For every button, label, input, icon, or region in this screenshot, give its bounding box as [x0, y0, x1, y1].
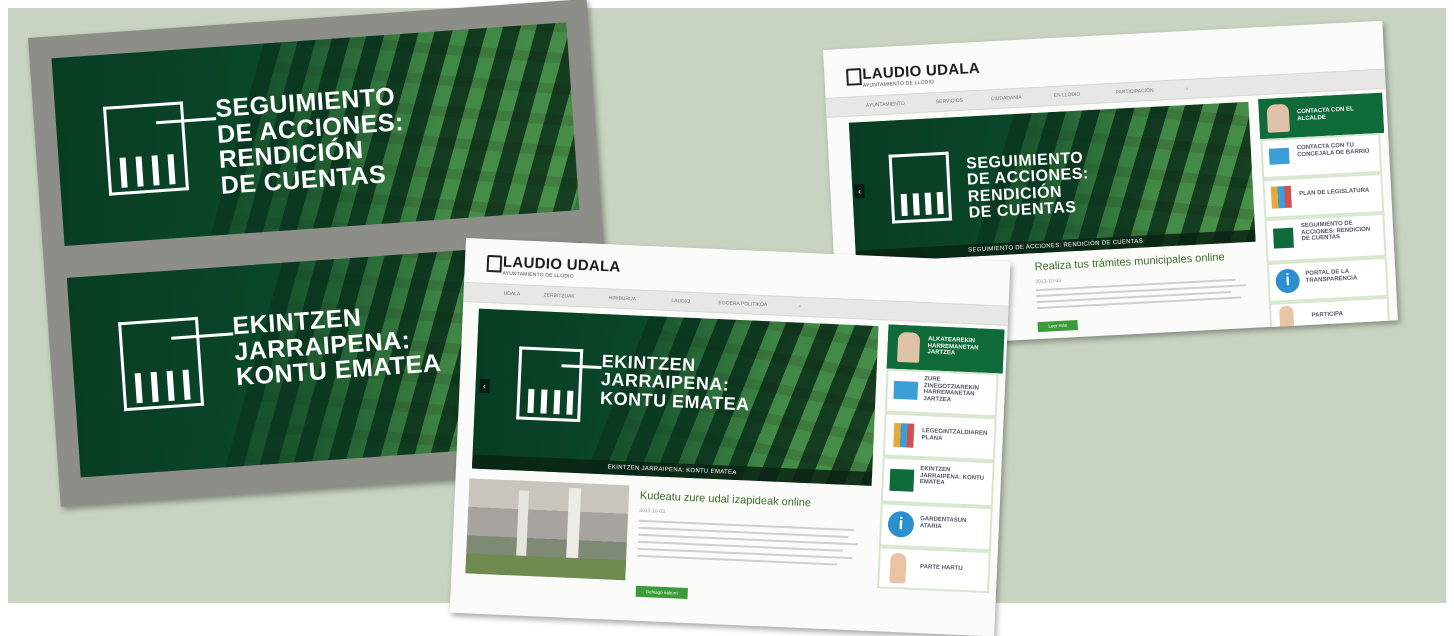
hand-icon [889, 552, 907, 584]
article-date: 2013-10-03 [639, 507, 665, 515]
search-icon[interactable]: ⌕ [1185, 86, 1188, 92]
slider-prev-button[interactable]: ‹ [854, 184, 865, 199]
sidebar-item-transparency[interactable]: i GARDENTASUN ATARIA [878, 502, 993, 552]
sidebar-item-legislature-plan[interactable]: LEGEGINTZALDIAREN PLANA [882, 412, 997, 462]
article-title[interactable]: Realiza tus trámites municipales online [1034, 251, 1225, 273]
town-hall-logo-icon [102, 101, 190, 196]
article-title[interactable]: Kudeatu zure udal izapideak online [640, 490, 812, 509]
town-hall-icon [1272, 227, 1294, 249]
sidebar-item-contact-councillor[interactable]: ZURE ZINEGOTZIAREKIN HARREMANETAN JARTZE… [884, 368, 999, 418]
sidebar-item-accountability[interactable]: SEGUIMIENTO DE ACCIONES: RENDICIÓN DE CU… [1264, 212, 1387, 264]
sidebar-item-contact-councillor[interactable]: CONTACTA CON TU CONCEJALA DE BARRIO [1260, 132, 1383, 180]
nav-item[interactable]: AYUNTAMIENTO [866, 101, 905, 109]
article-date: 2013-10-03 [1035, 277, 1062, 286]
mail-icon [1268, 147, 1290, 165]
hero-headline: EKINTZEN JARRAIPENA: KONTU EMATEA [599, 351, 751, 415]
nav-item[interactable]: UDALA [503, 291, 520, 298]
sidebar-item-contact-mayor[interactable]: CONTACTA CON EL ALCALDE [1258, 92, 1385, 140]
sidebar-item-contact-mayor[interactable]: ALKATEAREKIN HARREMANETAN JARTZEA [886, 324, 1005, 374]
read-more-button[interactable]: Leer más [1037, 320, 1079, 333]
hero-slider: EKINTZEN JARRAIPENA: KONTU EMATEA ‹ EKIN… [471, 308, 879, 486]
sidebar-item-accountability[interactable]: EKINTZEN JARRAIPENA: KONTU EMATEA [880, 456, 995, 508]
article-photo [465, 478, 630, 581]
nav-item[interactable]: SERVICIOS [936, 98, 963, 105]
sidebar-item-participate[interactable]: PARTE HARTU [877, 546, 991, 594]
town-hall-icon [889, 468, 915, 492]
plan-icon [1270, 185, 1292, 209]
nav-item[interactable]: ZERBITZUAK [543, 292, 574, 299]
banner-headline: SEGUIMIENTO DE ACCIONES: RENDICIÓN DE CU… [214, 82, 405, 200]
nav-item[interactable]: EGOERA POLITIKOA [718, 300, 767, 308]
website-screenshot-basque: LAUDIO UDALA AYUNTAMIENTO DE LLODIO UDAL… [449, 238, 1011, 636]
nav-item[interactable]: PARTICIPACIÓN [1115, 88, 1153, 96]
plan-icon [893, 422, 915, 448]
banner-spanish: SEGUIMIENTO DE ACCIONES: RENDICIÓN DE CU… [51, 22, 580, 246]
sidebar-item-participate[interactable]: PARTICIPA [1268, 296, 1391, 335]
article-text [1036, 296, 1242, 310]
hand-icon [1279, 305, 1295, 331]
brand-logo-icon [846, 68, 862, 86]
town-hall-logo-icon [118, 316, 205, 412]
sidebar-item-transparency[interactable]: i PORTAL DE LA TRANSPARENCIA [1266, 256, 1389, 304]
mail-icon [893, 380, 919, 400]
hero-slider: SEGUIMIENTO DE ACCIONES: RENDICIÓN DE CU… [848, 101, 1256, 263]
search-icon[interactable]: ⌕ [798, 304, 801, 310]
brand-logo-icon [486, 254, 503, 273]
info-icon: i [887, 510, 915, 538]
town-hall-logo-icon [888, 151, 953, 224]
nav-item[interactable]: HIRIBURUA [608, 295, 636, 302]
nav-item[interactable]: LAUDIO [671, 298, 690, 305]
slider-prev-button[interactable]: ‹ [479, 378, 490, 394]
mayor-avatar [1266, 103, 1290, 133]
sidebar-item-legislature-plan[interactable]: PLAN DE LEGISLATURA [1262, 172, 1385, 220]
read-more-button[interactable]: Gehiago irakurri [635, 585, 688, 600]
hero-headline: SEGUIMIENTO DE ACCIONES: RENDICIÓN DE CU… [965, 149, 1090, 222]
info-icon: i [1275, 268, 1301, 294]
mayor-avatar [897, 331, 921, 363]
collage-background: SEGUIMIENTO DE ACCIONES: RENDICIÓN DE CU… [8, 0, 1446, 636]
nav-item[interactable]: CIUDADANÍA [991, 95, 1022, 103]
nav-item[interactable]: EN LLODIO [1054, 92, 1081, 99]
banner-headline: EKINTZEN JARRAIPENA: KONTU EMATEA [231, 303, 443, 392]
